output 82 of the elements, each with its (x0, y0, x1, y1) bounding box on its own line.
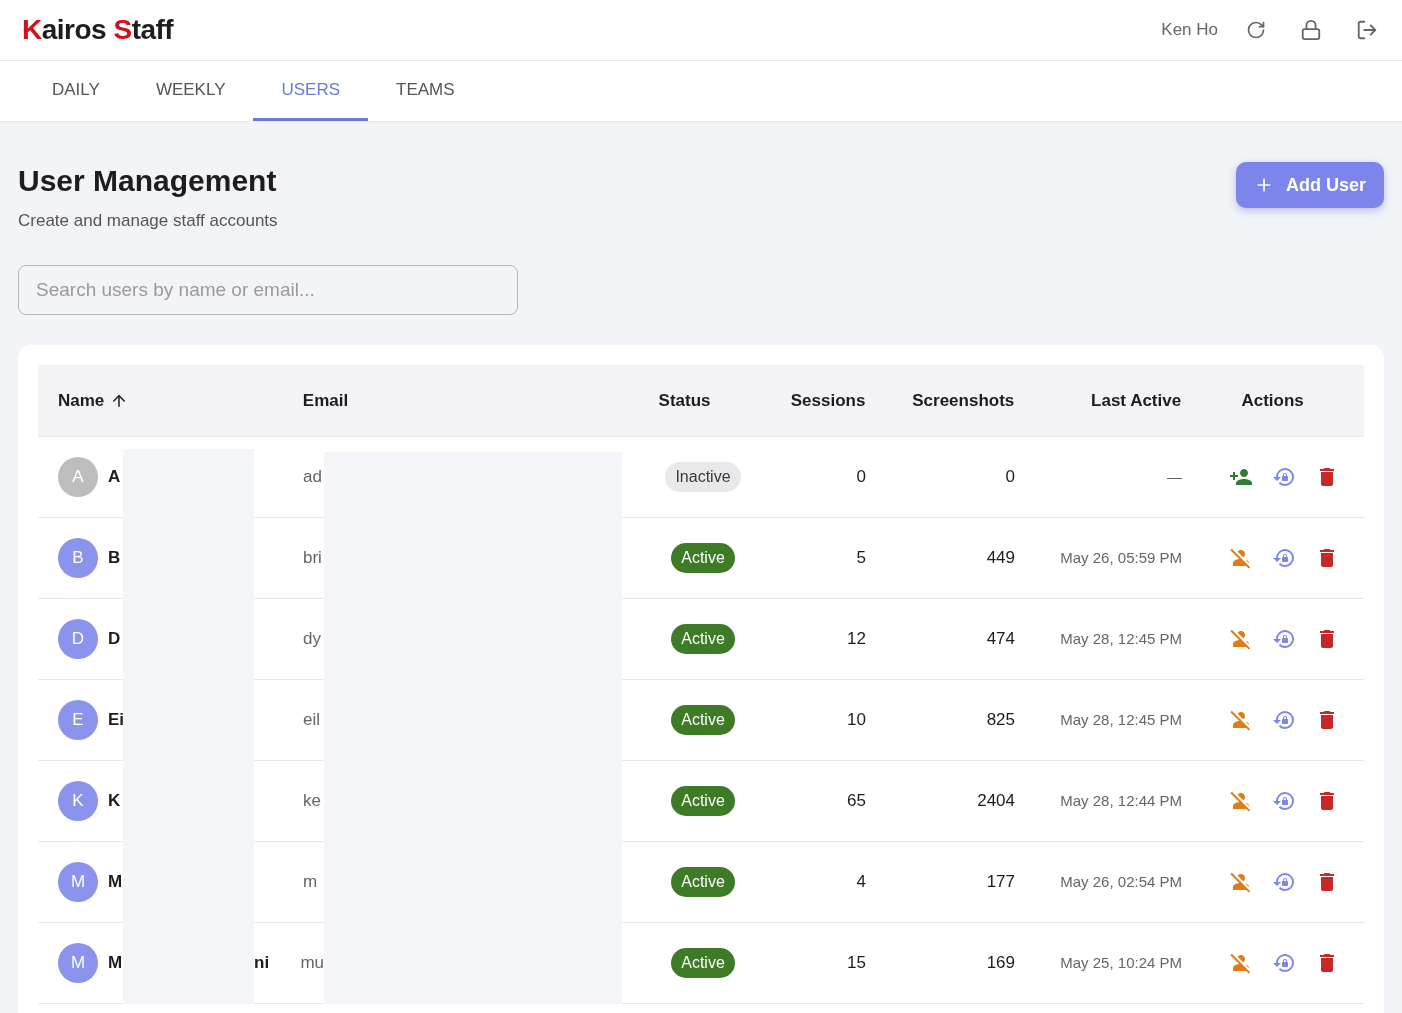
nav-tab[interactable]: DAILY (24, 61, 128, 121)
screenshots-count: 0 (1005, 467, 1015, 487)
status-badge: Active (671, 867, 735, 897)
column-header: Screenshots (912, 390, 1015, 410)
user-email: ad (302, 466, 322, 489)
search-field[interactable]: Search users by name or email... (18, 265, 518, 315)
status-badge: Inactive (665, 462, 741, 492)
column-header: Sessions (790, 390, 866, 410)
last-active: May 28, 12:44 PM (1060, 792, 1182, 810)
user-email: m (302, 871, 318, 894)
user-email: eil (302, 709, 320, 732)
person-off-icon[interactable] (1229, 708, 1253, 732)
user-name: K (108, 790, 121, 813)
avatar: A (58, 457, 98, 497)
user-name: ni (254, 953, 270, 973)
lock-reset-icon[interactable] (1272, 465, 1296, 489)
nav-tab[interactable]: USERS (253, 61, 369, 121)
last-active: May 26, 05:59 PM (1060, 549, 1182, 567)
user-name: M (108, 952, 123, 975)
logout-icon[interactable] (1356, 19, 1378, 41)
avatar: B (58, 538, 98, 578)
user-name: A (108, 466, 121, 489)
sessions-count: 12 (847, 629, 866, 649)
avatar: E (58, 700, 98, 740)
screenshots-count: 825 (986, 710, 1015, 730)
avatar: M (58, 862, 98, 902)
lock-reset-icon[interactable] (1272, 951, 1296, 975)
lock-reset-icon[interactable] (1272, 708, 1296, 732)
screenshots-count: 2404 (977, 791, 1015, 811)
user-email: ke (302, 790, 321, 813)
column-header: Email (302, 390, 349, 410)
screenshots-count: 474 (986, 629, 1015, 649)
user-email: dy (302, 628, 321, 651)
sessions-count: 15 (847, 953, 866, 973)
column-header: Actions (1241, 390, 1304, 410)
user-name: Ei (108, 709, 123, 732)
lock-reset-icon[interactable] (1272, 546, 1296, 570)
lock-reset-icon[interactable] (1272, 627, 1296, 651)
last-active: May 26, 02:54 PM (1060, 873, 1182, 891)
page-subtitle: Create and manage staff accounts (18, 209, 278, 232)
sessions-count: 10 (847, 710, 866, 730)
last-active: — (1167, 468, 1182, 486)
user-name: D (108, 628, 121, 651)
nav-tab[interactable]: TEAMS (368, 61, 483, 121)
person-off-icon[interactable] (1229, 951, 1253, 975)
person-off-icon[interactable] (1229, 870, 1253, 894)
avatar: D (58, 619, 98, 659)
column-header[interactable]: Name (58, 387, 105, 414)
user-email: bri (302, 547, 322, 570)
refresh-icon[interactable] (1246, 20, 1266, 40)
screenshots-count: 177 (986, 872, 1015, 892)
last-active: May 28, 12:45 PM (1060, 630, 1182, 648)
user-name: M (108, 871, 123, 894)
last-active: May 25, 10:24 PM (1060, 954, 1182, 972)
nav-tab[interactable]: WEEKLY (127, 61, 254, 121)
column-header: Last Active (1091, 390, 1182, 410)
status-badge: Active (671, 543, 735, 573)
screenshots-count: 169 (986, 953, 1015, 973)
avatar: M (58, 943, 98, 983)
brand-logo: Kairos Staff (22, 13, 174, 47)
person-off-icon[interactable] (1229, 789, 1253, 813)
status-badge: Active (671, 705, 735, 735)
sessions-count: 4 (856, 872, 866, 892)
person-off-icon[interactable] (1229, 627, 1253, 651)
status-badge: Active (671, 624, 735, 654)
last-active: May 28, 12:45 PM (1060, 711, 1182, 729)
lock-icon[interactable] (1300, 19, 1322, 41)
status-badge: Active (671, 948, 735, 978)
person-off-icon[interactable] (1229, 546, 1253, 570)
lock-reset-icon[interactable] (1272, 870, 1296, 894)
sessions-count: 65 (847, 791, 866, 811)
page-title: User Management (18, 163, 278, 199)
sessions-count: 0 (856, 467, 866, 487)
user-name: Ken Ho (1161, 19, 1218, 42)
screenshots-count: 449 (986, 548, 1015, 568)
status-badge: Active (671, 786, 735, 816)
sessions-count: 5 (856, 548, 866, 568)
lock-reset-icon[interactable] (1272, 789, 1296, 813)
avatar: K (58, 781, 98, 821)
column-header: Status (658, 390, 711, 410)
user-name: B (108, 547, 121, 570)
user-email: mu (299, 952, 324, 975)
